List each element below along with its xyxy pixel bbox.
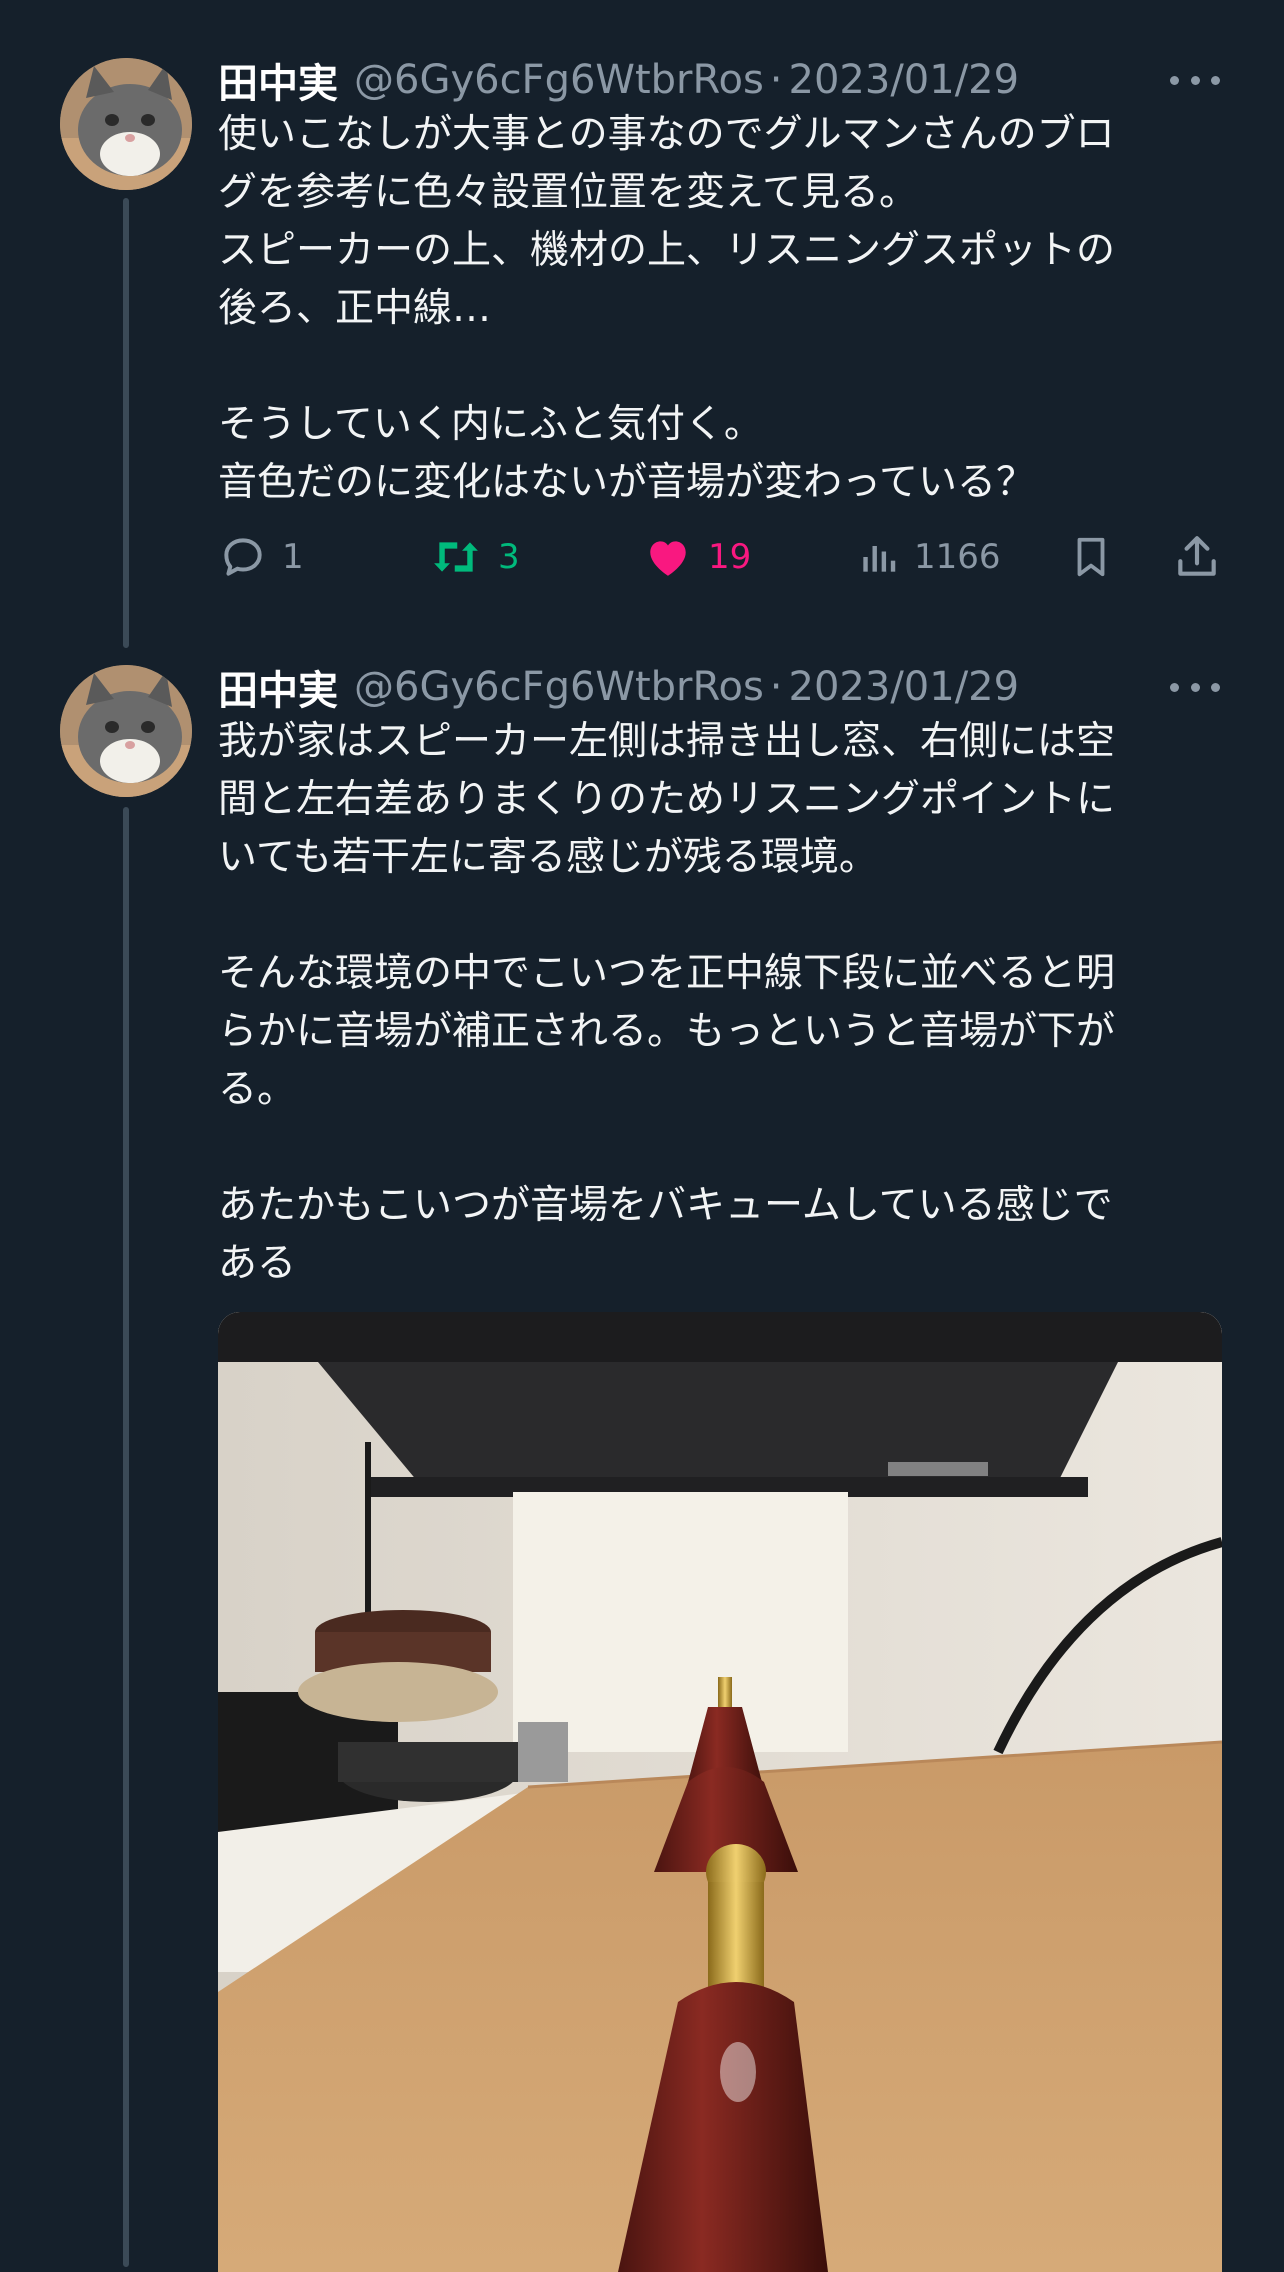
heart-icon [650, 541, 686, 576]
like-button[interactable]: 19 [642, 522, 751, 592]
cat-avatar-image [60, 58, 192, 190]
tweet-date[interactable]: 2023/01/29 [789, 57, 1020, 103]
cat-avatar-image [60, 665, 192, 797]
tweet-date[interactable]: 2023/01/29 [789, 664, 1020, 710]
more-icon[interactable] [1170, 60, 1220, 100]
tweet-1[interactable]: 田中実 @6Gy6cFg6WtbrRos · 2023/01/29 使いこなしが… [0, 50, 1284, 650]
tweet-actions: 1 3 19 1166 [0, 522, 1284, 592]
views-icon [863, 546, 896, 572]
avatar[interactable] [60, 665, 192, 797]
author-handle[interactable]: @6Gy6cFg6WtbrRos [354, 57, 764, 103]
views-button[interactable]: 1166 [856, 522, 1001, 592]
retweet-count: 3 [498, 537, 520, 577]
share-button[interactable] [1172, 522, 1222, 592]
separator-dot: · [769, 57, 783, 103]
author-name[interactable]: 田中実 [218, 51, 338, 109]
bookmark-icon [1077, 537, 1105, 577]
avatar[interactable] [60, 58, 192, 190]
photo-speaker-accessories [218, 1312, 1222, 2272]
author-name[interactable]: 田中実 [218, 658, 338, 716]
share-icon [1178, 536, 1216, 576]
reply-icon [224, 538, 262, 576]
author-handle[interactable]: @6Gy6cFg6WtbrRos [354, 664, 764, 710]
tweet-header: 田中実 @6Gy6cFg6WtbrRos · 2023/01/29 [218, 657, 1228, 717]
more-icon[interactable] [1170, 667, 1220, 707]
tweet-text: 我が家はスピーカー左側は掃き出し窓、右側には空 間と左右差ありまくりのためリスニ… [218, 719, 1116, 1286]
bookmark-button[interactable] [1068, 522, 1114, 592]
tweet-header: 田中実 @6Gy6cFg6WtbrRos · 2023/01/29 [218, 50, 1228, 110]
tweet-photo[interactable] [218, 1312, 1222, 2272]
separator-dot: · [769, 664, 783, 710]
like-count: 19 [708, 537, 752, 577]
retweet-icon [434, 542, 478, 572]
thread-line [123, 807, 129, 2267]
tweet-text: 使いこなしが大事との事なのでグルマンさんのブロ グを参考に色々設置位置を変えて見… [218, 112, 1116, 505]
reply-button[interactable]: 1 [218, 522, 304, 592]
retweet-button[interactable]: 3 [428, 522, 520, 592]
views-count: 1166 [914, 537, 1001, 577]
reply-count: 1 [282, 537, 304, 577]
